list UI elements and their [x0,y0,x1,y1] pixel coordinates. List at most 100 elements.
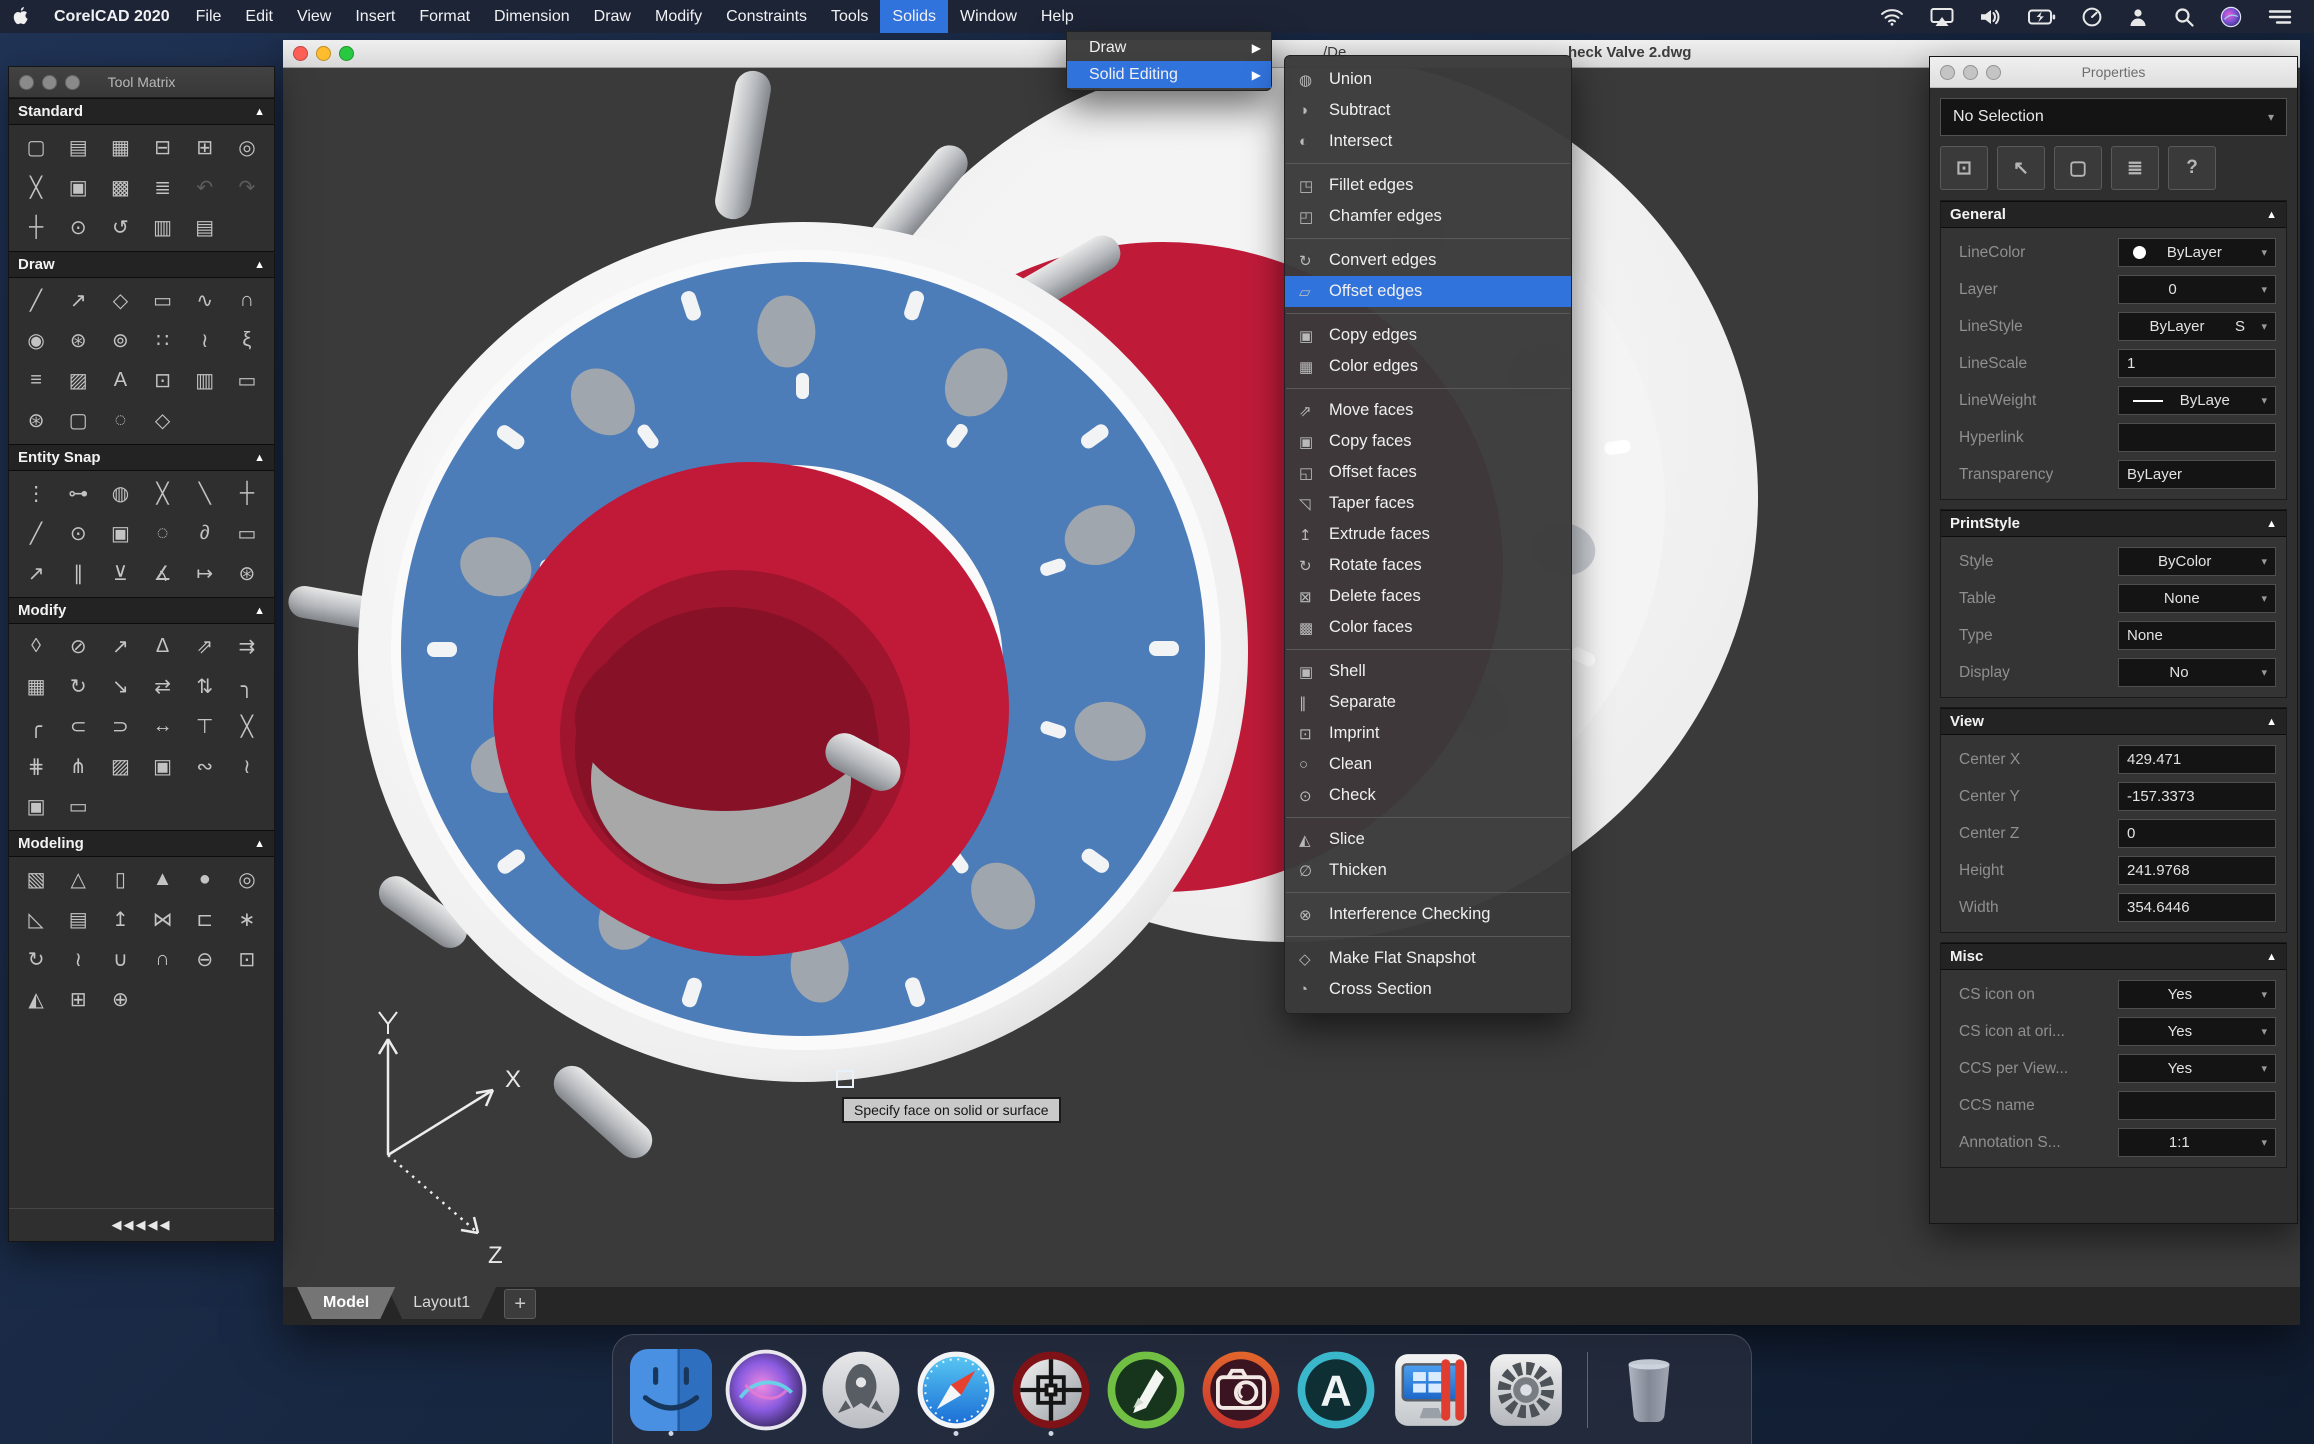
edit-annotation[interactable]: ▭ [57,791,99,821]
property-value-control[interactable]: 0 ▾ [2118,819,2276,848]
inner-cone-red[interactable] [493,462,1009,956]
color-edges[interactable]: ▦ Color edges [1285,351,1571,382]
volume-icon[interactable] [1980,8,2002,26]
property-value-control[interactable]: Yes ▾ [2118,1054,2276,1083]
property-value-control[interactable]: 429.471 ▾ [2118,745,2276,774]
section-header[interactable]: Misc ▲ [1941,943,2286,970]
palette-collapse-control[interactable]: ◀◀◀◀◀ [9,1208,274,1241]
extend[interactable]: ⊤ [184,711,226,741]
property-value-control[interactable]: No ▾ [2118,658,2276,687]
section-header[interactable]: PrintStyle ▲ [1941,510,2286,537]
property-value-control[interactable]: -157.3373 ▾ [2118,782,2276,811]
apple-menu[interactable] [0,6,40,27]
snap-apparent[interactable]: ∡ [142,558,184,588]
separate[interactable]: ∥ Separate [1285,687,1571,718]
collapse-arrow-icon[interactable]: ▲ [254,259,265,271]
wedge[interactable]: ◺ [15,904,57,934]
snap-intersection[interactable]: ╳ [142,478,184,508]
mirror[interactable]: Δ [142,631,184,661]
scale[interactable]: ↘ [99,671,141,701]
sphere[interactable]: ● [184,864,226,894]
Constraints[interactable]: Constraints [714,0,819,33]
sheet-tab[interactable]: Layout1 [387,1287,496,1319]
Modify[interactable]: Modify [643,0,714,33]
help[interactable]: ? [2168,146,2216,190]
convert-edges[interactable]: ↻ Convert edges [1285,245,1571,276]
close-button[interactable] [1940,64,1955,80]
zoom-button[interactable] [1986,64,2001,80]
minimize-button[interactable] [1963,64,1978,80]
chamfer-edges[interactable]: ◰ Chamfer edges [1285,201,1571,232]
fillet[interactable]: ╮ [226,671,268,701]
snap-point[interactable]: ╱ [15,518,57,548]
revolve[interactable]: ↻ [15,944,57,974]
rotate[interactable]: ↻ [57,671,99,701]
close-button[interactable] [293,46,308,61]
tool-matrix-titlebar[interactable]: Tool Matrix [9,67,274,98]
undo[interactable]: ↶ [184,172,226,202]
wifi-icon[interactable] [1880,8,1904,26]
property-value-control[interactable]: Yes ▾ [2118,1017,2276,1046]
freehand[interactable]: ≀ [184,325,226,355]
stretch[interactable]: ⇉ [226,631,268,661]
snap-extension[interactable]: ↗ [15,558,57,588]
snap-from[interactable]: ↦ [184,558,226,588]
join[interactable]: ↔ [142,711,184,741]
dock-corelcad-icon[interactable] [1009,1344,1093,1436]
slab[interactable]: ▤ [57,904,99,934]
property-value-control[interactable]: 0 ▾ [2118,275,2276,304]
property-value-control[interactable]: None ▾ [2118,584,2276,613]
select-matching[interactable]: ⊡ [1940,146,1988,190]
property-value-control[interactable]: 241.9768 ▾ [2118,856,2276,885]
snap-insertion[interactable]: ▭ [226,518,268,548]
selection-window[interactable]: ▢ [57,405,99,435]
add-sheet-button[interactable]: + [504,1289,537,1319]
Dimension[interactable]: Dimension [482,0,582,33]
section-header-standard[interactable]: Standard ▲ [9,98,274,125]
polygon[interactable]: ◇ [99,285,141,315]
property-value-control[interactable]: ▾ [2118,423,2276,452]
interference-checking[interactable]: ⊗ Interference Checking [1285,899,1571,930]
collapse-arrow-icon[interactable]: ▲ [254,838,265,850]
box[interactable]: ▧ [15,864,57,894]
user-icon[interactable] [2128,7,2148,27]
snap-perpendicular[interactable]: ⊻ [99,558,141,588]
open[interactable]: ▤ [57,132,99,162]
rib[interactable]: ⊏ [184,904,226,934]
clock-icon[interactable] [2082,7,2102,27]
slice-solid[interactable]: ◭ [15,984,57,1014]
annotation-styles[interactable]: ▥ [142,212,184,242]
palette-window-controls[interactable] [1930,64,2011,80]
section-header[interactable]: General ▲ [1941,201,2286,228]
Insert[interactable]: Insert [343,0,407,33]
zoom-dynamic[interactable]: ⊙ [57,212,99,242]
check-solid[interactable]: ⊕ [99,984,141,1014]
pan[interactable]: ┼ [15,212,57,242]
make-flat-snapshot[interactable]: ◇ Make Flat Snapshot [1285,943,1571,974]
spotlight-search-icon[interactable] [2174,7,2194,27]
snap-nearest[interactable]: ╲ [184,478,226,508]
section-header[interactable]: View ▲ [1941,708,2286,735]
airplay-display-icon[interactable] [1930,7,1954,26]
imprint[interactable]: ⊡ Imprint [1285,718,1571,749]
File[interactable]: File [184,0,234,33]
solid-intersect[interactable]: ∩ [142,944,184,974]
text-block[interactable]: ▭ [226,365,268,395]
taper-faces[interactable]: ◹ Taper faces [1285,488,1571,519]
section-header-entity-snap[interactable]: Entity Snap ▲ [9,444,274,471]
Format[interactable]: Format [407,0,482,33]
select-window[interactable]: ▢ [2054,146,2102,190]
dock-trash-icon[interactable] [1607,1344,1691,1436]
properties-titlebar[interactable]: Properties [1930,57,2297,88]
dock-finder-icon[interactable] [629,1344,713,1436]
cut[interactable]: ╳ [15,172,57,202]
dock-parallels-icon[interactable] [1389,1344,1473,1436]
collapse-arrow-icon[interactable]: ▲ [254,106,265,118]
Window[interactable]: Window [948,0,1029,33]
point[interactable]: ∷ [142,325,184,355]
elliptical-arc[interactable]: ⊚ [99,325,141,355]
menu-item-draw[interactable]: Draw ▶ [1067,34,1271,61]
clean[interactable]: ○ Clean [1285,749,1571,780]
delete-faces[interactable]: ⊠ Delete faces [1285,581,1571,612]
collapse-arrow-icon[interactable]: ▲ [254,452,265,464]
